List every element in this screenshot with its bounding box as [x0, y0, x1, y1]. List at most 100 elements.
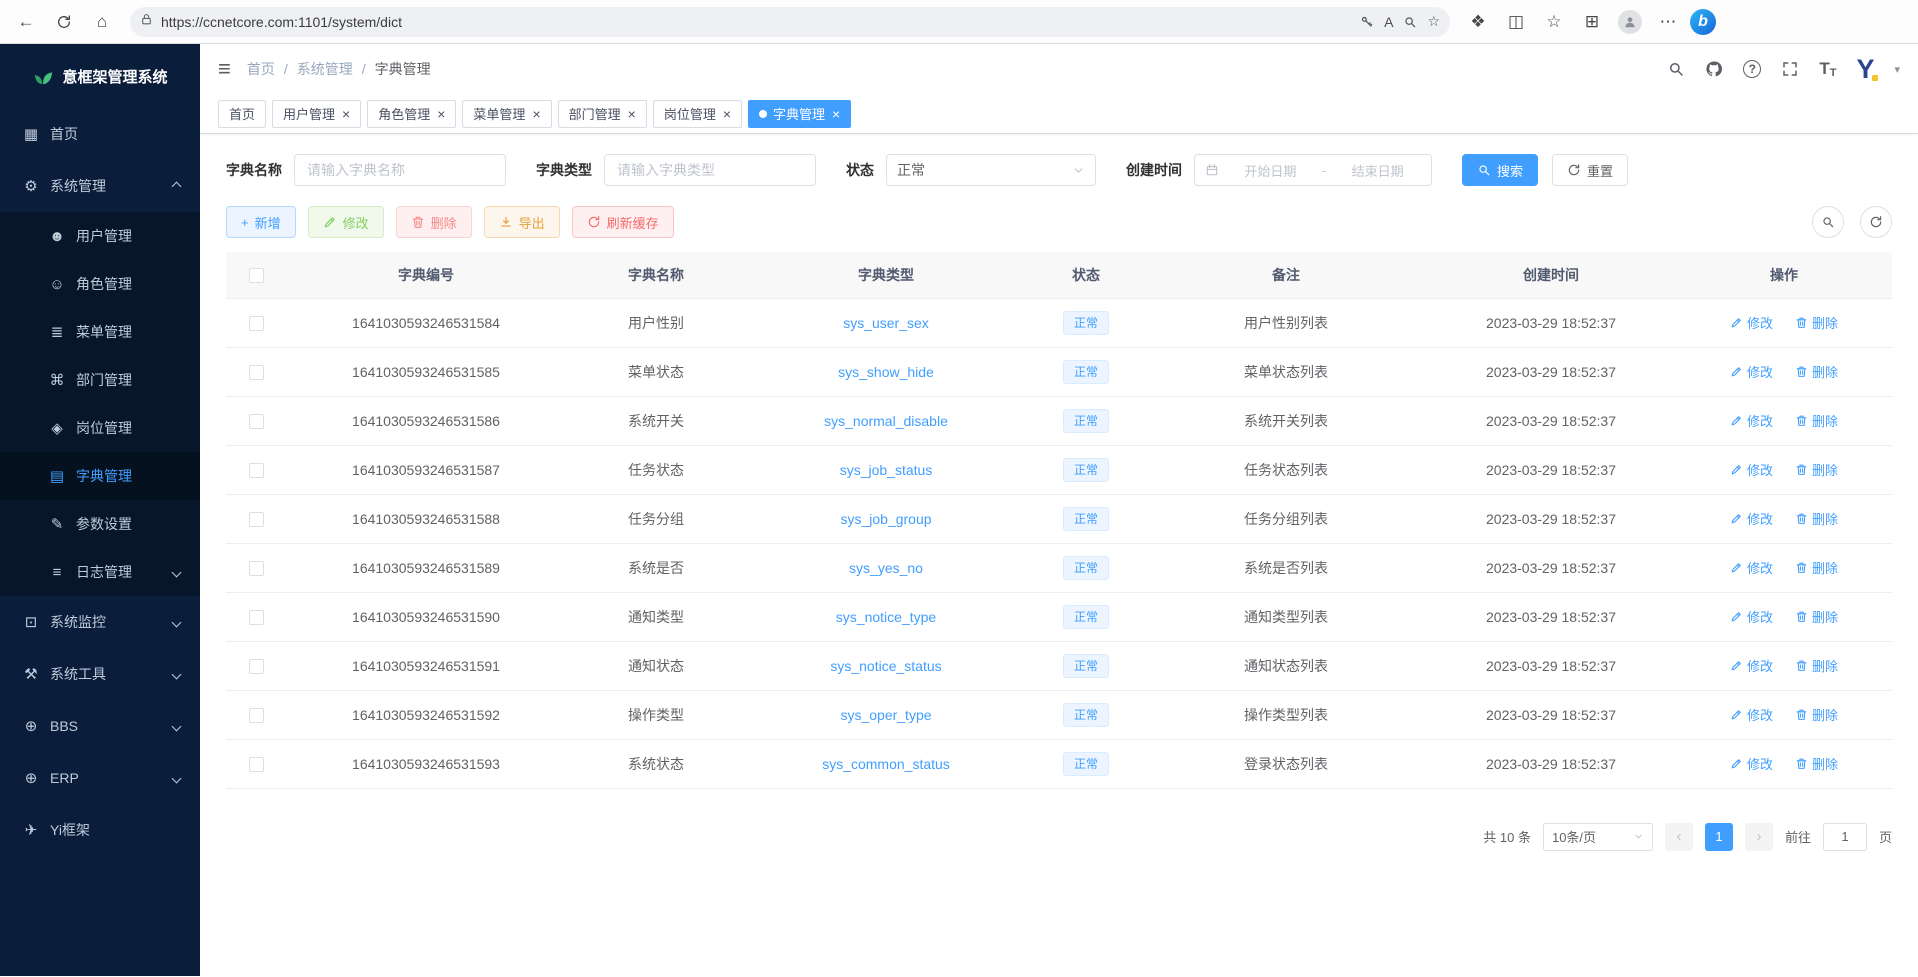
export-button[interactable]: 导出	[484, 206, 560, 238]
sidebar-item-dict[interactable]: ▤ 字典管理	[0, 452, 200, 500]
dict-type-link[interactable]: sys_show_hide	[838, 364, 934, 380]
github-icon[interactable]	[1705, 60, 1723, 78]
help-icon[interactable]: ?	[1743, 60, 1761, 78]
row-checkbox[interactable]	[249, 561, 264, 576]
dict-type-link[interactable]: sys_yes_no	[849, 560, 923, 576]
user-avatar-logo[interactable]: Y	[1856, 56, 1874, 83]
row-edit-link[interactable]: 修改	[1730, 558, 1773, 577]
collections-icon[interactable]: ⊞	[1576, 6, 1608, 38]
dict-type-link[interactable]: sys_normal_disable	[824, 413, 948, 429]
back-icon[interactable]: ←	[10, 6, 42, 38]
sidebar-item-params[interactable]: ✎ 参数设置	[0, 500, 200, 548]
font-size-icon[interactable]: TT	[1819, 59, 1836, 79]
date-end-placeholder[interactable]: 结束日期	[1334, 161, 1421, 180]
lock-icon[interactable]	[140, 13, 153, 31]
row-checkbox[interactable]	[249, 463, 264, 478]
search-icon[interactable]	[1667, 60, 1685, 78]
bing-copilot-icon[interactable]: b	[1690, 9, 1716, 35]
breadcrumb-home[interactable]: 首页	[247, 59, 275, 79]
select-all-checkbox[interactable]	[249, 268, 264, 283]
sidebar-item-roles[interactable]: ☺ 角色管理	[0, 260, 200, 308]
goto-page-input[interactable]	[1823, 823, 1867, 851]
sidebar-item-logs[interactable]: ≡ 日志管理	[0, 548, 200, 596]
reload-icon[interactable]	[48, 6, 80, 38]
avatar-caret-icon[interactable]: ▾	[1894, 63, 1900, 76]
toggle-search-icon[interactable]	[1812, 206, 1844, 238]
status-select[interactable]: 正常	[886, 154, 1096, 186]
row-delete-link[interactable]: 删除	[1795, 754, 1838, 773]
breadcrumb-system[interactable]: 系统管理	[297, 59, 353, 79]
row-checkbox[interactable]	[249, 316, 264, 331]
close-icon[interactable]: ×	[437, 107, 445, 121]
close-icon[interactable]: ×	[532, 107, 540, 121]
close-icon[interactable]: ×	[628, 107, 636, 121]
next-page-button[interactable]: ›	[1745, 823, 1773, 851]
dict-type-link[interactable]: sys_oper_type	[840, 707, 931, 723]
url-text[interactable]: https://ccnetcore.com:1101/system/dict	[161, 14, 1352, 30]
row-delete-link[interactable]: 删除	[1795, 656, 1838, 675]
row-checkbox[interactable]	[249, 610, 264, 625]
row-edit-link[interactable]: 修改	[1730, 460, 1773, 479]
sidebar-item-tools[interactable]: ⚒ 系统工具	[0, 648, 200, 700]
row-checkbox[interactable]	[249, 365, 264, 380]
reset-button[interactable]: 重置	[1552, 154, 1628, 186]
row-edit-link[interactable]: 修改	[1730, 313, 1773, 332]
favorite-star-icon[interactable]: ☆	[1427, 13, 1440, 30]
zoom-icon[interactable]	[1403, 15, 1417, 29]
row-edit-link[interactable]: 修改	[1730, 656, 1773, 675]
sidebar-item-monitor[interactable]: ⊡ 系统监控	[0, 596, 200, 648]
dict-type-input[interactable]	[604, 154, 816, 186]
row-checkbox[interactable]	[249, 512, 264, 527]
row-checkbox[interactable]	[249, 757, 264, 772]
sidebar-item-home[interactable]: ▦ 首页	[0, 108, 200, 160]
prev-page-button[interactable]: ‹	[1665, 823, 1693, 851]
date-range-picker[interactable]: 开始日期 - 结束日期	[1194, 154, 1432, 186]
home-icon[interactable]: ⌂	[86, 6, 118, 38]
tab-dept[interactable]: 部门管理 ×	[558, 100, 647, 128]
sidebar-item-users[interactable]: ☻ 用户管理	[0, 212, 200, 260]
row-delete-link[interactable]: 删除	[1795, 313, 1838, 332]
dict-name-input[interactable]	[294, 154, 506, 186]
dict-type-link[interactable]: sys_job_status	[840, 462, 933, 478]
dict-type-link[interactable]: sys_notice_status	[830, 658, 941, 674]
search-button[interactable]: 搜索	[1462, 154, 1538, 186]
sidebar-item-bbs[interactable]: ⊕ BBS	[0, 700, 200, 752]
page-size-select[interactable]: 10条/页	[1543, 823, 1653, 851]
dict-type-link[interactable]: sys_job_group	[840, 511, 931, 527]
close-icon[interactable]: ×	[342, 107, 350, 121]
sidebar-toggle-icon[interactable]: ≡	[218, 56, 231, 82]
row-edit-link[interactable]: 修改	[1730, 754, 1773, 773]
sidebar-item-system[interactable]: ⚙ 系统管理	[0, 160, 200, 212]
extensions-icon[interactable]: ❖	[1462, 6, 1494, 38]
row-delete-link[interactable]: 删除	[1795, 705, 1838, 724]
row-delete-link[interactable]: 删除	[1795, 607, 1838, 626]
refresh-cache-button[interactable]: 刷新缓存	[572, 206, 674, 238]
sidebar-item-departments[interactable]: ⌘ 部门管理	[0, 356, 200, 404]
sidebar-item-menus[interactable]: ≣ 菜单管理	[0, 308, 200, 356]
dict-type-link[interactable]: sys_notice_type	[836, 609, 936, 625]
profile-avatar[interactable]	[1614, 6, 1646, 38]
delete-button[interactable]: 删除	[396, 206, 472, 238]
row-delete-link[interactable]: 删除	[1795, 460, 1838, 479]
row-delete-link[interactable]: 删除	[1795, 362, 1838, 381]
tab-dict[interactable]: 字典管理 ×	[748, 100, 851, 128]
row-edit-link[interactable]: 修改	[1730, 411, 1773, 430]
row-edit-link[interactable]: 修改	[1730, 705, 1773, 724]
row-checkbox[interactable]	[249, 659, 264, 674]
row-edit-link[interactable]: 修改	[1730, 509, 1773, 528]
page-number-button[interactable]: 1	[1705, 823, 1733, 851]
date-start-placeholder[interactable]: 开始日期	[1227, 161, 1314, 180]
sidebar-item-yi[interactable]: ✈ Yi框架	[0, 804, 200, 856]
fullscreen-icon[interactable]	[1781, 60, 1799, 78]
row-checkbox[interactable]	[249, 414, 264, 429]
more-menu-icon[interactable]: ⋯	[1652, 6, 1684, 38]
favorites-icon[interactable]: ☆	[1538, 6, 1570, 38]
close-icon[interactable]: ×	[832, 107, 840, 121]
tab-role[interactable]: 角色管理 ×	[367, 100, 456, 128]
refresh-table-icon[interactable]	[1860, 206, 1892, 238]
sidebar-item-erp[interactable]: ⊕ ERP	[0, 752, 200, 804]
row-checkbox[interactable]	[249, 708, 264, 723]
row-edit-link[interactable]: 修改	[1730, 362, 1773, 381]
row-edit-link[interactable]: 修改	[1730, 607, 1773, 626]
edit-button[interactable]: 修改	[308, 206, 384, 238]
